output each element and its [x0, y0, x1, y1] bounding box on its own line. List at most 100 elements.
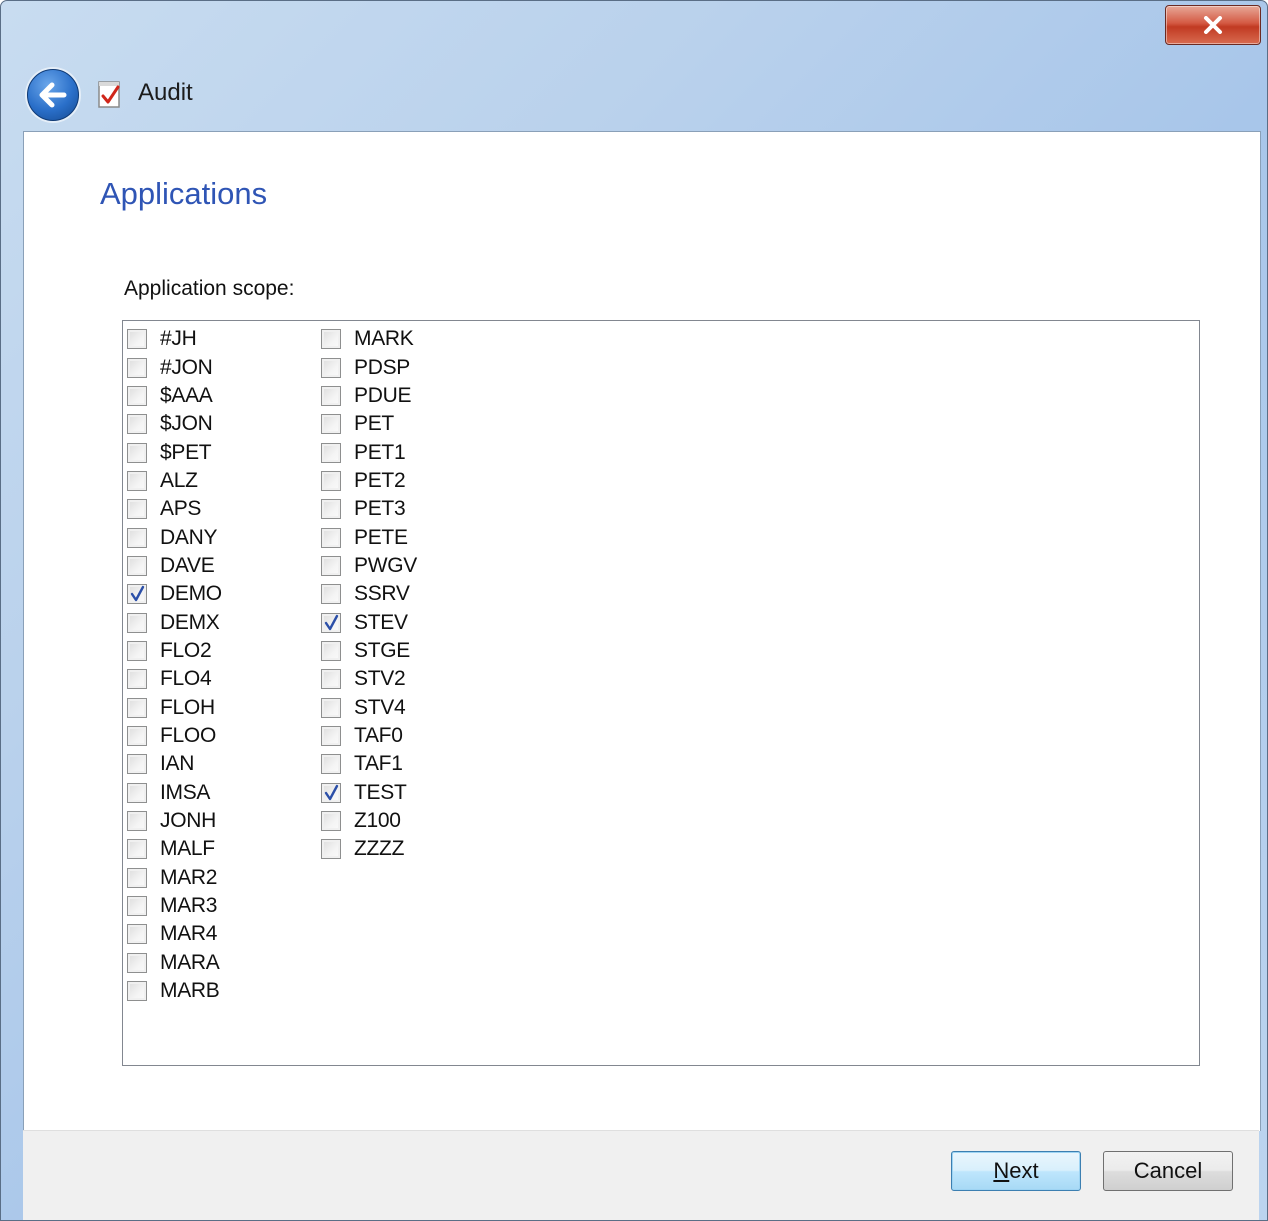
application-item[interactable]: PWGV [321, 552, 417, 580]
checkbox[interactable] [127, 385, 147, 406]
application-item[interactable]: #JH [127, 325, 222, 353]
back-arrow-icon [39, 82, 67, 108]
checkbox[interactable] [127, 612, 147, 633]
application-item[interactable]: MAR3 [127, 892, 222, 920]
checkbox[interactable] [321, 640, 341, 661]
checkbox[interactable] [127, 470, 147, 491]
checkbox[interactable] [127, 952, 147, 973]
application-item[interactable]: $PET [127, 438, 222, 466]
checkbox[interactable] [321, 357, 341, 378]
checkbox[interactable] [127, 811, 147, 832]
application-item[interactable]: ZZZZ [321, 835, 417, 863]
checkbox[interactable] [321, 555, 341, 576]
application-item[interactable]: PDSP [321, 353, 417, 381]
application-item[interactable]: STV2 [321, 665, 417, 693]
checkbox[interactable] [321, 527, 341, 548]
checkbox[interactable] [321, 725, 341, 746]
checkbox-checked[interactable] [321, 612, 341, 633]
application-item[interactable]: PDUE [321, 382, 417, 410]
application-item[interactable]: PET2 [321, 467, 417, 495]
application-item[interactable]: PET3 [321, 495, 417, 523]
checkbox[interactable] [127, 754, 147, 775]
checkbox[interactable] [127, 669, 147, 690]
application-item-label: ALZ [160, 468, 198, 492]
checkbox[interactable] [127, 329, 147, 350]
checkbox[interactable] [321, 470, 341, 491]
checkbox[interactable] [321, 669, 341, 690]
application-item[interactable]: MAR4 [127, 920, 222, 948]
application-item-label: DAVE [160, 553, 215, 577]
checkbox[interactable] [321, 414, 341, 435]
application-item-label: PET [354, 412, 394, 436]
application-item-label: $PET [160, 440, 212, 464]
application-item[interactable]: IMSA [127, 779, 222, 807]
application-item[interactable]: FLOO [127, 722, 222, 750]
checkbox[interactable] [127, 357, 147, 378]
checkbox[interactable] [321, 697, 341, 718]
application-item[interactable]: PET1 [321, 438, 417, 466]
checkbox[interactable] [127, 725, 147, 746]
application-item[interactable]: MALF [127, 835, 222, 863]
checkbox-checked[interactable] [321, 782, 341, 803]
application-item[interactable]: MARK [321, 325, 417, 353]
application-item[interactable]: #JON [127, 353, 222, 381]
application-item[interactable]: MARA [127, 949, 222, 977]
checkbox[interactable] [127, 896, 147, 917]
checkbox[interactable] [321, 499, 341, 520]
application-item[interactable]: SSRV [321, 580, 417, 608]
application-item[interactable]: TAF0 [321, 722, 417, 750]
application-item[interactable]: STV4 [321, 693, 417, 721]
application-item[interactable]: MAR2 [127, 864, 222, 892]
application-item[interactable]: JONH [127, 807, 222, 835]
checkbox[interactable] [127, 499, 147, 520]
application-item-label: PDUE [354, 383, 412, 407]
checkbox[interactable] [321, 385, 341, 406]
close-button[interactable] [1165, 5, 1261, 45]
application-item[interactable]: ALZ [127, 467, 222, 495]
next-button[interactable]: Next [951, 1151, 1081, 1191]
application-item[interactable]: STEV [321, 608, 417, 636]
checkbox[interactable] [127, 867, 147, 888]
checkbox[interactable] [127, 527, 147, 548]
application-item[interactable]: DANY [127, 523, 222, 551]
application-item[interactable]: $AAA [127, 382, 222, 410]
checkbox[interactable] [127, 924, 147, 945]
application-item[interactable]: APS [127, 495, 222, 523]
application-item[interactable]: MARB [127, 977, 222, 1005]
application-item[interactable]: STGE [321, 637, 417, 665]
application-item[interactable]: DEMX [127, 608, 222, 636]
application-item-label: MALF [160, 837, 215, 861]
application-item[interactable]: PET [321, 410, 417, 438]
application-item[interactable]: DAVE [127, 552, 222, 580]
checkbox[interactable] [321, 811, 341, 832]
application-item[interactable]: PETE [321, 523, 417, 551]
checkbox[interactable] [321, 839, 341, 860]
checkbox[interactable] [127, 981, 147, 1002]
application-item[interactable]: Z100 [321, 807, 417, 835]
application-item[interactable]: TEST [321, 779, 417, 807]
application-item[interactable]: TAF1 [321, 750, 417, 778]
checkbox[interactable] [127, 555, 147, 576]
checkbox[interactable] [321, 329, 341, 350]
checkbox[interactable] [321, 442, 341, 463]
application-item[interactable]: IAN [127, 750, 222, 778]
cancel-button[interactable]: Cancel [1103, 1151, 1233, 1191]
checkbox[interactable] [127, 697, 147, 718]
application-item[interactable]: FLO2 [127, 637, 222, 665]
application-item[interactable]: FLO4 [127, 665, 222, 693]
application-item[interactable]: $JON [127, 410, 222, 438]
checkbox[interactable] [127, 640, 147, 661]
checkbox[interactable] [127, 782, 147, 803]
application-scope-list[interactable]: #JH #JON $AAA $JON $PET ALZ APS DANY DAVE DEMO DEM… [122, 320, 1200, 1066]
checkbox[interactable] [127, 839, 147, 860]
application-item[interactable]: DEMO [127, 580, 222, 608]
checkbox[interactable] [321, 754, 341, 775]
checkbox[interactable] [127, 414, 147, 435]
application-item-label: STEV [354, 610, 408, 634]
application-item[interactable]: FLOH [127, 693, 222, 721]
checkbox[interactable] [321, 584, 341, 605]
checkbox[interactable] [127, 442, 147, 463]
checkbox-checked[interactable] [127, 584, 147, 605]
back-button[interactable] [27, 69, 79, 121]
application-item-label: PWGV [354, 553, 417, 577]
